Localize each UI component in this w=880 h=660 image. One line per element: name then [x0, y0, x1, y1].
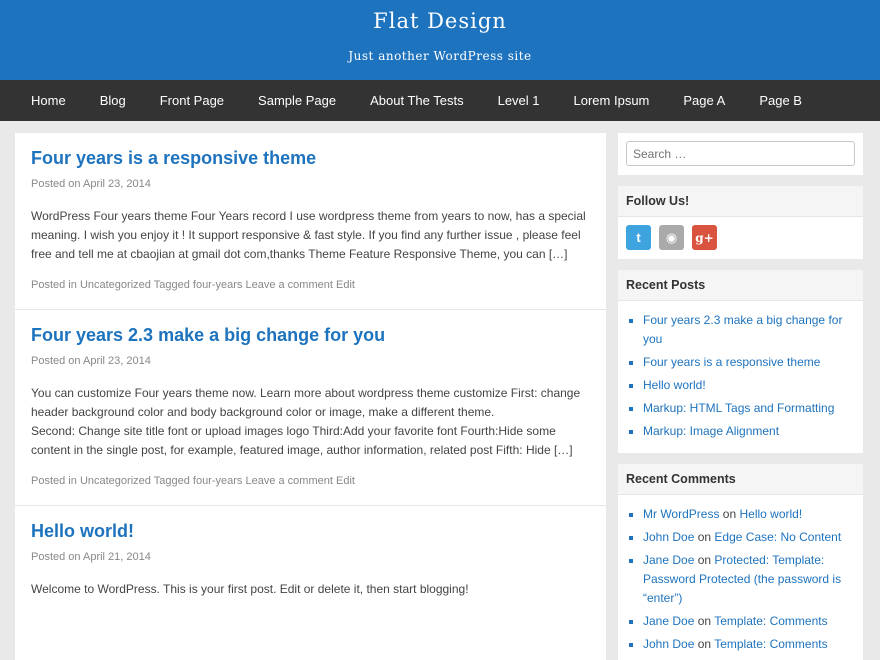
recent-post-link[interactable]: Four years is a responsive theme	[643, 355, 820, 369]
google-plus-icon[interactable]: g+	[692, 225, 717, 250]
twitter-icon[interactable]: t	[626, 225, 651, 250]
main-navigation: Home Blog Front Page Sample Page About T…	[0, 80, 880, 121]
list-item: Hello world!	[643, 376, 853, 395]
nav-front-page[interactable]: Front Page	[160, 93, 224, 108]
nav-level-1[interactable]: Level 1	[498, 93, 540, 108]
on-label: on	[697, 614, 712, 628]
edit-link[interactable]: Edit	[336, 475, 355, 487]
post: Four years 2.3 make a big change for you…	[15, 310, 606, 506]
github-icon[interactable]: ◉	[659, 225, 684, 250]
posted-on-label: Posted on	[31, 355, 81, 367]
recent-comments-list: Mr WordPress on Hello world! John Doe on…	[618, 495, 863, 660]
recent-comments-widget: Recent Comments Mr WordPress on Hello wo…	[618, 464, 863, 660]
list-item: Markup: Image Alignment	[643, 422, 853, 441]
comment-author-link[interactable]: Mr WordPress	[643, 507, 719, 521]
post: Hello world! Posted on April 21, 2014 We…	[15, 506, 606, 599]
search-input[interactable]	[626, 141, 855, 166]
comment-author-link[interactable]: John Doe	[643, 530, 694, 544]
post-date-link[interactable]: April 23, 2014	[83, 355, 151, 367]
posted-in-label: Posted in	[31, 279, 77, 291]
tag-link[interactable]: four-years	[193, 475, 243, 487]
site-header: Flat Design Just another WordPress site	[0, 0, 880, 80]
comment-post-link[interactable]: Template: Comments	[714, 614, 827, 628]
post-date-link[interactable]: April 21, 2014	[83, 551, 151, 563]
post-meta: Posted on April 23, 2014	[31, 178, 590, 190]
comment-post-link[interactable]: Edge Case: No Content	[714, 530, 841, 544]
post-footer: Posted in Uncategorized Tagged four-year…	[31, 475, 590, 505]
search-widget	[618, 133, 863, 175]
comment-post-link[interactable]: Template: Comments	[714, 637, 827, 651]
recent-posts-widget: Recent Posts Four years 2.3 make a big c…	[618, 270, 863, 453]
recent-post-link[interactable]: Four years 2.3 make a big change for you	[643, 313, 842, 346]
post-excerpt: You can customize Four years theme now. …	[31, 384, 590, 460]
post-meta: Posted on April 21, 2014	[31, 551, 590, 563]
list-item: John Doe on Edge Case: No Content	[643, 528, 853, 547]
leave-comment-link[interactable]: Leave a comment	[245, 475, 332, 487]
widget-title: Follow Us!	[618, 186, 863, 217]
on-label: on	[722, 507, 737, 521]
post-footer: Posted in Uncategorized Tagged four-year…	[31, 279, 590, 309]
nav-sample-page[interactable]: Sample Page	[258, 93, 336, 108]
on-label: on	[697, 530, 712, 544]
social-links: t ◉ g+	[618, 217, 863, 259]
nav-page-a[interactable]: Page A	[683, 93, 725, 108]
post-title-link[interactable]: Hello world!	[31, 521, 134, 541]
nav-blog[interactable]: Blog	[100, 93, 126, 108]
list-item: Jane Doe on Protected: Template: Passwor…	[643, 551, 853, 608]
post-excerpt-line: You can customize Four years theme now. …	[31, 386, 581, 419]
list-item: Mr WordPress on Hello world!	[643, 505, 853, 524]
content-area: Four years is a responsive theme Posted …	[0, 121, 880, 660]
comment-post-link[interactable]: Hello world!	[740, 507, 803, 521]
tagged-label: Tagged	[153, 475, 190, 487]
post-date-link[interactable]: April 23, 2014	[83, 178, 151, 190]
post-title-link[interactable]: Four years 2.3 make a big change for you	[31, 325, 385, 345]
follow-widget: Follow Us! t ◉ g+	[618, 186, 863, 259]
tag-link[interactable]: four-years	[193, 279, 243, 291]
post-title-link[interactable]: Four years is a responsive theme	[31, 148, 316, 168]
comment-author-link[interactable]: Jane Doe	[643, 614, 694, 628]
nav-lorem-ipsum[interactable]: Lorem Ipsum	[574, 93, 650, 108]
recent-posts-list: Four years 2.3 make a big change for you…	[618, 301, 863, 453]
list-item: Markup: HTML Tags and Formatting	[643, 399, 853, 418]
post-list: Four years is a responsive theme Posted …	[15, 133, 606, 660]
posted-on-label: Posted on	[31, 178, 81, 190]
recent-post-link[interactable]: Markup: HTML Tags and Formatting	[643, 401, 834, 415]
on-label: on	[697, 637, 712, 651]
post-excerpt: WordPress Four years theme Four Years re…	[31, 209, 586, 261]
edit-link[interactable]: Edit	[336, 279, 355, 291]
site-title[interactable]: Flat Design	[0, 0, 880, 44]
site-tagline: Just another WordPress site	[348, 49, 532, 63]
on-label: on	[697, 553, 712, 567]
nav-home[interactable]: Home	[31, 93, 66, 108]
comment-author-link[interactable]: Jane Doe	[643, 553, 694, 567]
posted-on-label: Posted on	[31, 551, 81, 563]
post-excerpt-line: Second: Change site title font or upload…	[31, 424, 573, 457]
leave-comment-link[interactable]: Leave a comment	[245, 279, 332, 291]
widget-title: Recent Posts	[618, 270, 863, 301]
tagged-label: Tagged	[153, 279, 190, 291]
list-item: Four years 2.3 make a big change for you	[643, 311, 853, 349]
list-item: John Doe on Template: Comments	[643, 635, 853, 654]
post-excerpt: Welcome to WordPress. This is your first…	[31, 582, 469, 596]
category-link[interactable]: Uncategorized	[80, 279, 151, 291]
widget-title: Recent Comments	[618, 464, 863, 495]
list-item: Jane Doe on Template: Comments	[643, 612, 853, 631]
post: Four years is a responsive theme Posted …	[15, 133, 606, 310]
comment-author-link[interactable]: John Doe	[643, 637, 694, 651]
post-meta: Posted on April 23, 2014	[31, 355, 590, 367]
category-link[interactable]: Uncategorized	[80, 475, 151, 487]
list-item: Four years is a responsive theme	[643, 353, 853, 372]
recent-post-link[interactable]: Markup: Image Alignment	[643, 424, 779, 438]
recent-post-link[interactable]: Hello world!	[643, 378, 706, 392]
posted-in-label: Posted in	[31, 475, 77, 487]
nav-about-the-tests[interactable]: About The Tests	[370, 93, 463, 108]
sidebar: Follow Us! t ◉ g+ Recent Posts Four year…	[618, 133, 863, 660]
nav-page-b[interactable]: Page B	[759, 93, 802, 108]
